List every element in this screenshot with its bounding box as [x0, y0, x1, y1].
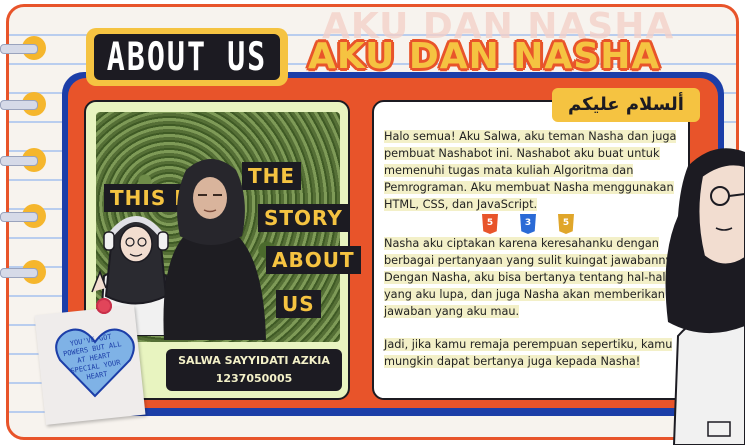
- paragraph-3: Jadi, jika kamu remaja perempuan seperti…: [384, 338, 673, 368]
- character-illustration: [665, 148, 745, 445]
- css3-icon: 3: [520, 214, 536, 234]
- javascript-icon: 5: [558, 214, 574, 234]
- spiral-ring: [0, 258, 46, 286]
- page-title: AKU DAN NASHA: [308, 36, 661, 77]
- about-us-label: ABOUT US: [106, 34, 268, 80]
- html5-icon: 5: [482, 214, 498, 234]
- story-word-us: US: [276, 290, 321, 318]
- name-tag: SALWA SAYYIDATI AZKIA 1237050005: [166, 349, 342, 391]
- spiral-ring: [0, 90, 46, 118]
- author-name: SALWA SAYYIDATI AZKIA: [178, 354, 330, 367]
- greeting-badge: ألسلام عليكم: [552, 88, 700, 122]
- about-text-card: Halo semua! Aku Salwa, aku teman Nasha d…: [372, 100, 690, 400]
- paragraph-1: Halo semua! Aku Salwa, aku teman Nasha d…: [384, 130, 677, 211]
- about-us-badge: ABOUT US: [86, 28, 288, 86]
- spiral-ring: [0, 202, 46, 230]
- story-word-about: ABOUT: [266, 246, 361, 274]
- author-id: 1237050005: [215, 372, 293, 385]
- spiral-ring: [0, 146, 46, 174]
- photo-person: [163, 159, 266, 340]
- paragraph-2: Nasha aku ciptakan karena keresahanku de…: [384, 237, 683, 318]
- spiral-ring: [0, 34, 46, 62]
- pin-icon: [96, 298, 112, 314]
